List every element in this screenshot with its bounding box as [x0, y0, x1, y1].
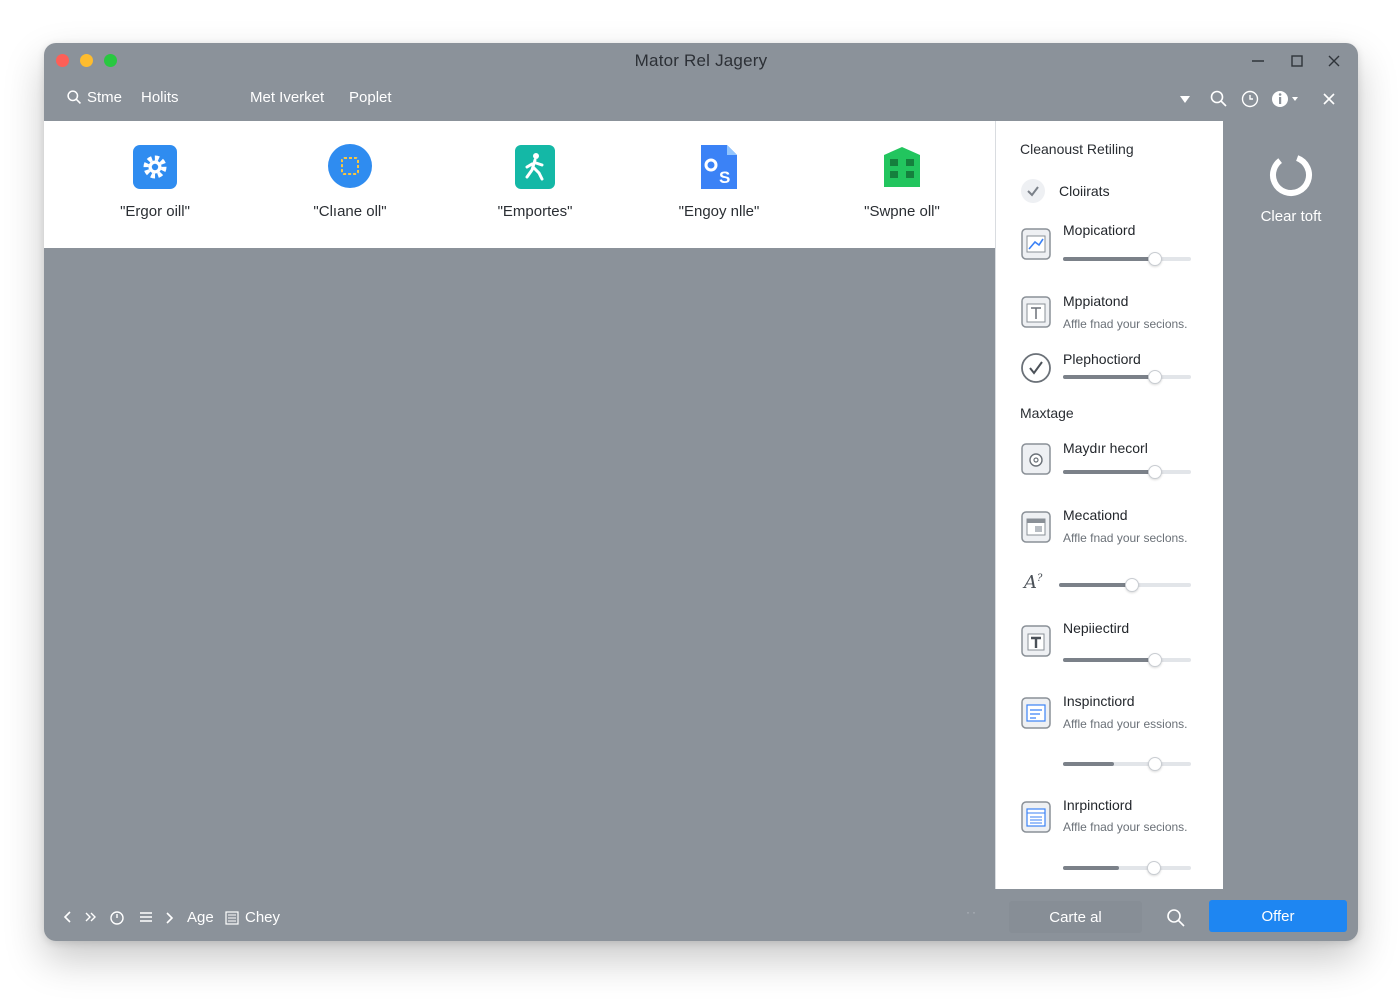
dots-indicator: ·· [966, 905, 978, 919]
setting-slider[interactable] [1063, 653, 1191, 667]
app-launcher-panel: "Ergor oill" "Clıane oll" "Emportes" S "… [44, 121, 995, 248]
setting-title: Plephoctiord [1063, 351, 1141, 367]
search-icon[interactable] [1208, 88, 1230, 110]
refresh-ring-icon [1270, 154, 1312, 196]
app-tile-1[interactable]: "Ergor oill" [70, 143, 240, 220]
app-label: "Ergor oill" [120, 203, 190, 220]
chey-button[interactable]: Chey [224, 909, 280, 926]
search-label: Stme [87, 89, 123, 106]
close-icon[interactable] [1324, 51, 1344, 71]
setting-slider[interactable] [1063, 252, 1191, 266]
window-title: Mator Rel Jagery [634, 51, 768, 70]
building-icon [884, 147, 920, 187]
toolbar-item-holits[interactable]: Holits [141, 89, 179, 106]
list-icon [225, 910, 239, 925]
settings-side-panel: Cleanoust Retiling Cloiirats Mopicatiord… [995, 121, 1223, 889]
age-label: Age [187, 909, 214, 926]
chey-label: Chey [245, 909, 281, 926]
app-label: "Emportes" [497, 203, 573, 220]
setting-description: Affle fnad your secions. [1063, 820, 1188, 834]
cancel-button[interactable]: Carte al [1009, 901, 1142, 933]
app-label: "Engoy nlle" [678, 203, 760, 220]
setting-title: Maydır hecorl [1063, 440, 1148, 456]
clear-button[interactable]: Clear toft [1224, 121, 1358, 281]
title-bar: Mator Rel Jagery [44, 43, 1358, 79]
timer-icon[interactable] [109, 909, 125, 925]
text-document-icon [1020, 295, 1052, 329]
app-tile-4[interactable]: S "Engoy nlle" [634, 143, 804, 220]
text-block-icon [1020, 624, 1052, 658]
clock-icon[interactable] [1239, 88, 1261, 110]
at-document-icon [1020, 442, 1052, 476]
search-icon [67, 90, 81, 104]
font-size-slider[interactable] [1059, 578, 1191, 592]
font-size-icon: A? [1024, 572, 1043, 593]
checkmark-circle-icon [1021, 353, 1051, 383]
setting-slider[interactable] [1063, 465, 1191, 479]
setting-description: Affle fnad your secions. [1063, 317, 1188, 331]
double-chevron-icon[interactable] [82, 909, 98, 925]
setting-title: Nepiiectird [1063, 620, 1130, 636]
age-button[interactable]: Age [162, 909, 214, 926]
toolbar-item-met-iverket[interactable]: Met Iverket [250, 89, 324, 106]
setting-title: Inrpinctiord [1063, 797, 1133, 813]
chevron-right-icon [166, 911, 174, 924]
offer-button[interactable]: Offer [1209, 900, 1347, 932]
setting-title: Mopicatiord [1063, 222, 1136, 238]
search-icon[interactable] [1164, 906, 1188, 930]
setting-title: Inspinctiord [1063, 693, 1135, 709]
setting-title: Mecationd [1063, 507, 1128, 523]
search-button[interactable]: Stme [66, 89, 122, 106]
menu-icon[interactable] [138, 909, 154, 925]
window-document-icon [1020, 510, 1052, 544]
app-label: "Swpne oll" [864, 203, 940, 220]
setting-slider[interactable] [1063, 370, 1191, 384]
maximize-icon[interactable] [1287, 51, 1307, 71]
check-label: Cloiirats [1059, 183, 1110, 199]
dropdown-triangle-icon[interactable] [1174, 88, 1196, 110]
back-icon[interactable] [60, 909, 76, 925]
app-label: "Clıane oll" [313, 203, 387, 220]
setting-description: Affle fnad your seclons. [1063, 531, 1188, 545]
clear-label: Clear toft [1260, 208, 1322, 225]
svg-text:S: S [719, 168, 730, 187]
list-document-icon [1020, 800, 1052, 834]
close-panel-icon[interactable] [1318, 88, 1340, 110]
edit-document-icon [1020, 696, 1052, 730]
setting-slider[interactable] [1063, 861, 1191, 875]
gear-icon [133, 145, 177, 189]
panel-heading: Cleanoust Retiling [1020, 141, 1134, 157]
toolbar: Stme Holits Met Iverket Poplet [44, 83, 1358, 117]
info-menu-icon[interactable] [1270, 88, 1304, 110]
chat-bubble-icon [328, 144, 372, 188]
app-window: Mator Rel Jagery Stme Holits Met Iverket… [44, 43, 1358, 941]
check-icon [1021, 179, 1045, 203]
section-heading: Maxtage [1020, 405, 1074, 421]
app-tile-5[interactable]: "Swpne oll" [817, 143, 987, 220]
document-os-icon: S [701, 145, 737, 189]
app-tile-3[interactable]: "Emportes" [450, 143, 620, 220]
setting-title: Mppiatond [1063, 293, 1129, 309]
toolbar-item-poplet[interactable]: Poplet [349, 89, 392, 106]
setting-description: Affle fnad your essions. [1063, 717, 1188, 731]
setting-slider[interactable] [1063, 757, 1191, 771]
minimize-icon[interactable] [1248, 51, 1268, 71]
chart-document-icon [1020, 227, 1052, 261]
person-walking-icon [515, 145, 555, 189]
bottom-bar: Age Chey ·· Carte al Offer [44, 895, 1358, 941]
app-tile-2[interactable]: "Clıane oll" [265, 143, 435, 220]
